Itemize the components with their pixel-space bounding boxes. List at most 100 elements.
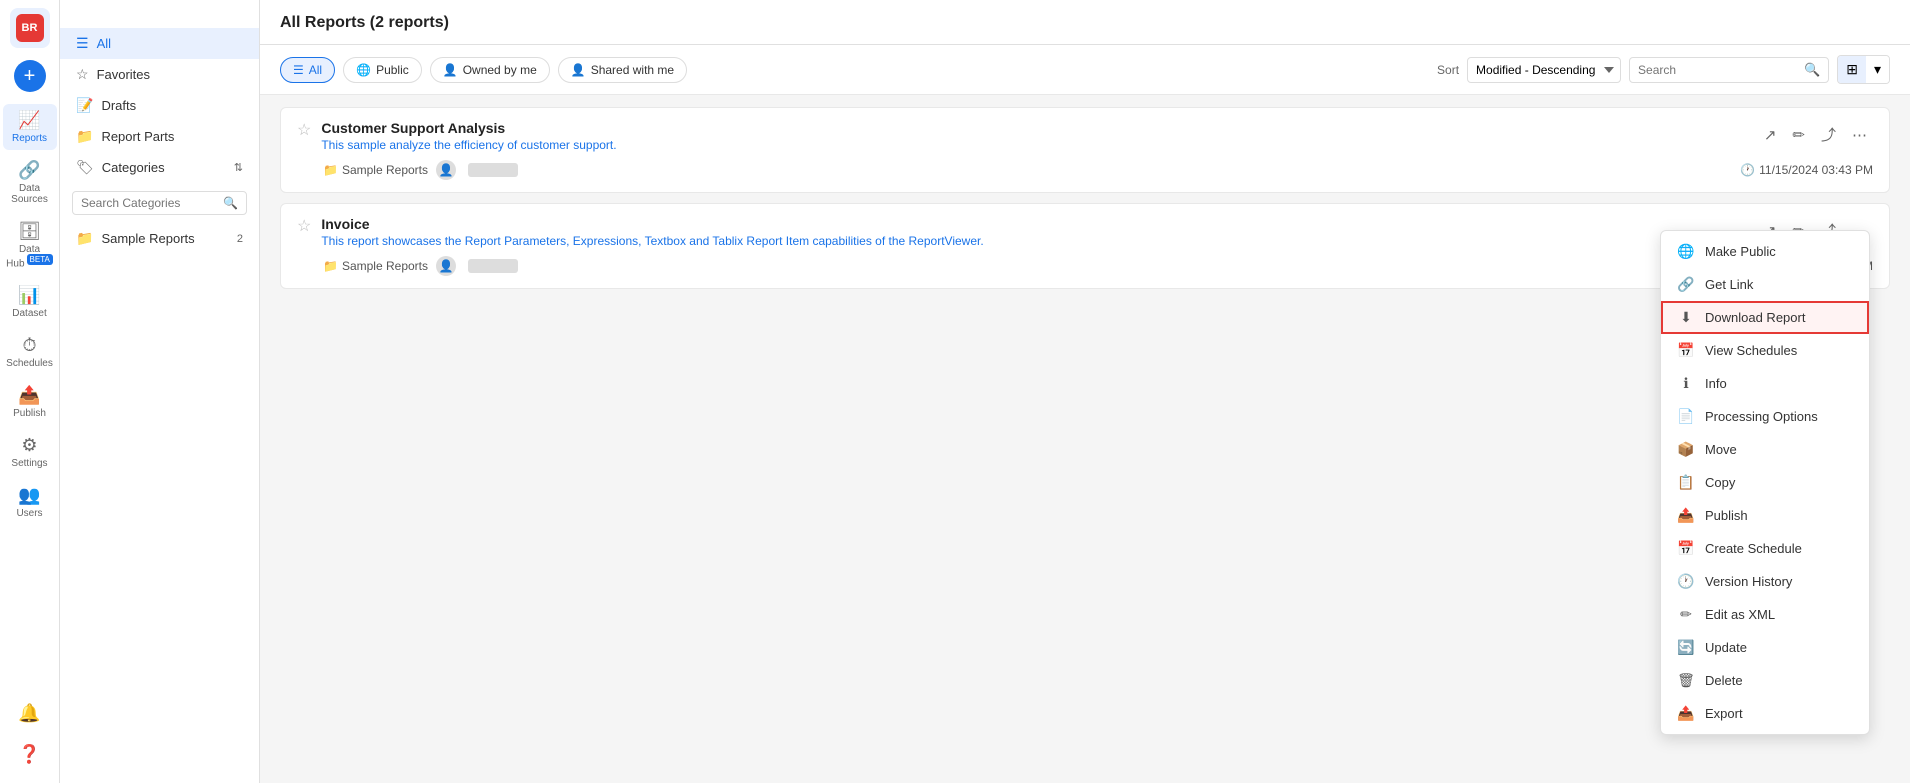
categories-sort-icon: ⇅ bbox=[234, 161, 243, 174]
sidebar-item-data-hub[interactable]: 🗄 Data HubBETA bbox=[3, 215, 57, 275]
menu-item-edit-as-xml[interactable]: ✏ Edit as XML bbox=[1661, 598, 1869, 631]
menu-item-view-schedules[interactable]: 📅 View Schedules bbox=[1661, 334, 1869, 367]
copy-label: Copy bbox=[1705, 475, 1735, 490]
dataset-icon: 📊 bbox=[18, 285, 40, 306]
sidebar-item-settings[interactable]: ⚙ Settings bbox=[3, 429, 57, 475]
report-card: ☆ Invoice This report showcases the Repo… bbox=[280, 203, 1890, 289]
menu-item-make-public[interactable]: 🌐 Make Public bbox=[1661, 235, 1869, 268]
schedules-icon: ⏱ bbox=[22, 335, 36, 356]
sidebar-item-schedules[interactable]: ⏱ Schedules bbox=[3, 329, 57, 375]
sample-reports-label: Sample Reports bbox=[101, 231, 194, 246]
share-button[interactable]: ⤴ bbox=[1815, 120, 1842, 149]
sidebar-item-all[interactable]: ☰ All bbox=[60, 28, 259, 59]
sample-reports-badge: 2 bbox=[237, 233, 243, 245]
more-button[interactable]: ⋯ bbox=[1846, 122, 1873, 148]
users-label: Users bbox=[16, 508, 42, 519]
app-logo: BR bbox=[10, 8, 50, 48]
sidebar-item-data-sources[interactable]: 🔗 Data Sources bbox=[3, 154, 57, 211]
sidebar-item-reports[interactable]: 📈 Reports bbox=[3, 104, 57, 150]
search-box[interactable]: 🔍 bbox=[1629, 57, 1829, 83]
filter-owned-button[interactable]: 👤 Owned by me bbox=[430, 57, 550, 83]
sidebar-item-users[interactable]: 👥 Users bbox=[3, 479, 57, 525]
report-card-header: ☆ Invoice This report showcases the Repo… bbox=[297, 216, 1873, 248]
avatar: 👤 bbox=[436, 256, 456, 276]
report-card: ☆ Customer Support Analysis This sample … bbox=[280, 107, 1890, 193]
grid-view-button[interactable]: ⊞ bbox=[1838, 56, 1866, 83]
report-info: Customer Support Analysis This sample an… bbox=[321, 120, 1747, 152]
menu-item-info[interactable]: ℹ Info bbox=[1661, 367, 1869, 400]
sort-select[interactable]: Modified - Descending Modified - Ascendi… bbox=[1467, 57, 1621, 83]
sidebar-item-favorites[interactable]: ☆ Favorites bbox=[60, 59, 259, 90]
menu-item-delete[interactable]: 🗑 Delete bbox=[1661, 664, 1869, 697]
make-public-label: Make Public bbox=[1705, 244, 1776, 259]
publish-icon: 📤 bbox=[18, 385, 40, 406]
menu-item-move[interactable]: 📦 Move bbox=[1661, 433, 1869, 466]
menu-item-update[interactable]: 🔄 Update bbox=[1661, 631, 1869, 664]
search-icon: 🔍 bbox=[1804, 62, 1820, 78]
filter-bar: ☰ All 🌐 Public 👤 Owned by me 👤 Shared wi… bbox=[260, 45, 1910, 95]
open-button[interactable]: ↗ bbox=[1758, 122, 1783, 148]
sidebar-item-publish[interactable]: 📤 Publish bbox=[3, 379, 57, 425]
sidebar-item-categories[interactable]: 🏷 Categories ⇅ bbox=[60, 152, 259, 183]
categories-search[interactable]: 🔍 bbox=[72, 191, 247, 215]
report-description: This report showcases the Report Paramet… bbox=[321, 234, 1747, 248]
sidebar-item-report-parts[interactable]: 📁 Report Parts bbox=[60, 121, 259, 152]
search-input[interactable] bbox=[1638, 63, 1798, 77]
folder-name: Sample Reports bbox=[342, 163, 428, 177]
filter-all-button[interactable]: ☰ All bbox=[280, 57, 335, 83]
categories-search-input[interactable] bbox=[81, 196, 219, 210]
help-button[interactable]: ❓ bbox=[3, 738, 57, 771]
view-schedules-icon: 📅 bbox=[1677, 342, 1695, 359]
create-schedule-icon: 📅 bbox=[1677, 540, 1695, 557]
export-icon: 📤 bbox=[1677, 705, 1695, 722]
filter-public-button[interactable]: 🌐 Public bbox=[343, 57, 422, 83]
star-icon[interactable]: ☆ bbox=[297, 216, 311, 236]
avatar-name-placeholder bbox=[468, 259, 518, 273]
nav-bar: BR + 📈 Reports 🔗 Data Sources 🗄 Data Hub… bbox=[0, 0, 60, 783]
menu-item-export[interactable]: 📤 Export bbox=[1661, 697, 1869, 730]
sort-area: Sort Modified - Descending Modified - As… bbox=[1437, 55, 1890, 84]
edit-button[interactable]: ✏ bbox=[1786, 122, 1811, 148]
menu-item-get-link[interactable]: 🔗 Get Link bbox=[1661, 268, 1869, 301]
get-link-label: Get Link bbox=[1705, 277, 1753, 292]
report-folder: 📁 Sample Reports bbox=[323, 163, 428, 177]
categories-label: Categories bbox=[102, 160, 165, 175]
star-icon[interactable]: ☆ bbox=[297, 120, 311, 140]
sidebar-title bbox=[60, 12, 259, 28]
export-label: Export bbox=[1705, 706, 1743, 721]
sidebar-item-sample-reports[interactable]: 📁 Sample Reports 2 bbox=[60, 223, 259, 254]
schedules-label: Schedules bbox=[6, 358, 53, 369]
create-schedule-label: Create Schedule bbox=[1705, 541, 1802, 556]
notifications-button[interactable]: 🔔 bbox=[3, 697, 57, 730]
menu-item-download-report[interactable]: ⬇ Download Report bbox=[1661, 301, 1869, 334]
list-view-button[interactable]: ▾ bbox=[1866, 56, 1889, 83]
sidebar-item-dataset[interactable]: 📊 Dataset bbox=[3, 279, 57, 325]
menu-item-copy[interactable]: 📋 Copy bbox=[1661, 466, 1869, 499]
drafts-label: Drafts bbox=[101, 98, 136, 113]
version-history-icon: 🕐 bbox=[1677, 573, 1695, 590]
view-toggle: ⊞ ▾ bbox=[1837, 55, 1890, 84]
report-folder: 📁 Sample Reports bbox=[323, 259, 428, 273]
report-description: This sample analyze the efficiency of cu… bbox=[321, 138, 1747, 152]
folder-icon: 📁 bbox=[323, 163, 338, 177]
menu-item-create-schedule[interactable]: 📅 Create Schedule bbox=[1661, 532, 1869, 565]
filter-shared-button[interactable]: 👤 Shared with me bbox=[558, 57, 687, 83]
publish-label: Publish bbox=[13, 408, 46, 419]
add-button[interactable]: + bbox=[14, 60, 46, 92]
make-public-icon: 🌐 bbox=[1677, 243, 1695, 260]
publish-icon: 📤 bbox=[1677, 507, 1695, 524]
move-icon: 📦 bbox=[1677, 441, 1695, 458]
info-icon: ℹ bbox=[1677, 375, 1695, 392]
time-value: 11/15/2024 03:43 PM bbox=[1759, 163, 1873, 177]
processing-options-icon: 📄 bbox=[1677, 408, 1695, 425]
favorites-label: Favorites bbox=[97, 67, 150, 82]
menu-item-publish[interactable]: 📤 Publish bbox=[1661, 499, 1869, 532]
menu-item-processing-options[interactable]: 📄 Processing Options bbox=[1661, 400, 1869, 433]
sample-reports-icon: 📁 bbox=[76, 230, 93, 247]
download-icon: ⬇ bbox=[1677, 309, 1695, 326]
view-schedules-label: View Schedules bbox=[1705, 343, 1797, 358]
report-parts-label: Report Parts bbox=[101, 129, 174, 144]
sidebar-item-drafts[interactable]: 📝 Drafts bbox=[60, 90, 259, 121]
menu-item-version-history[interactable]: 🕐 Version History bbox=[1661, 565, 1869, 598]
sort-label: Sort bbox=[1437, 63, 1459, 77]
